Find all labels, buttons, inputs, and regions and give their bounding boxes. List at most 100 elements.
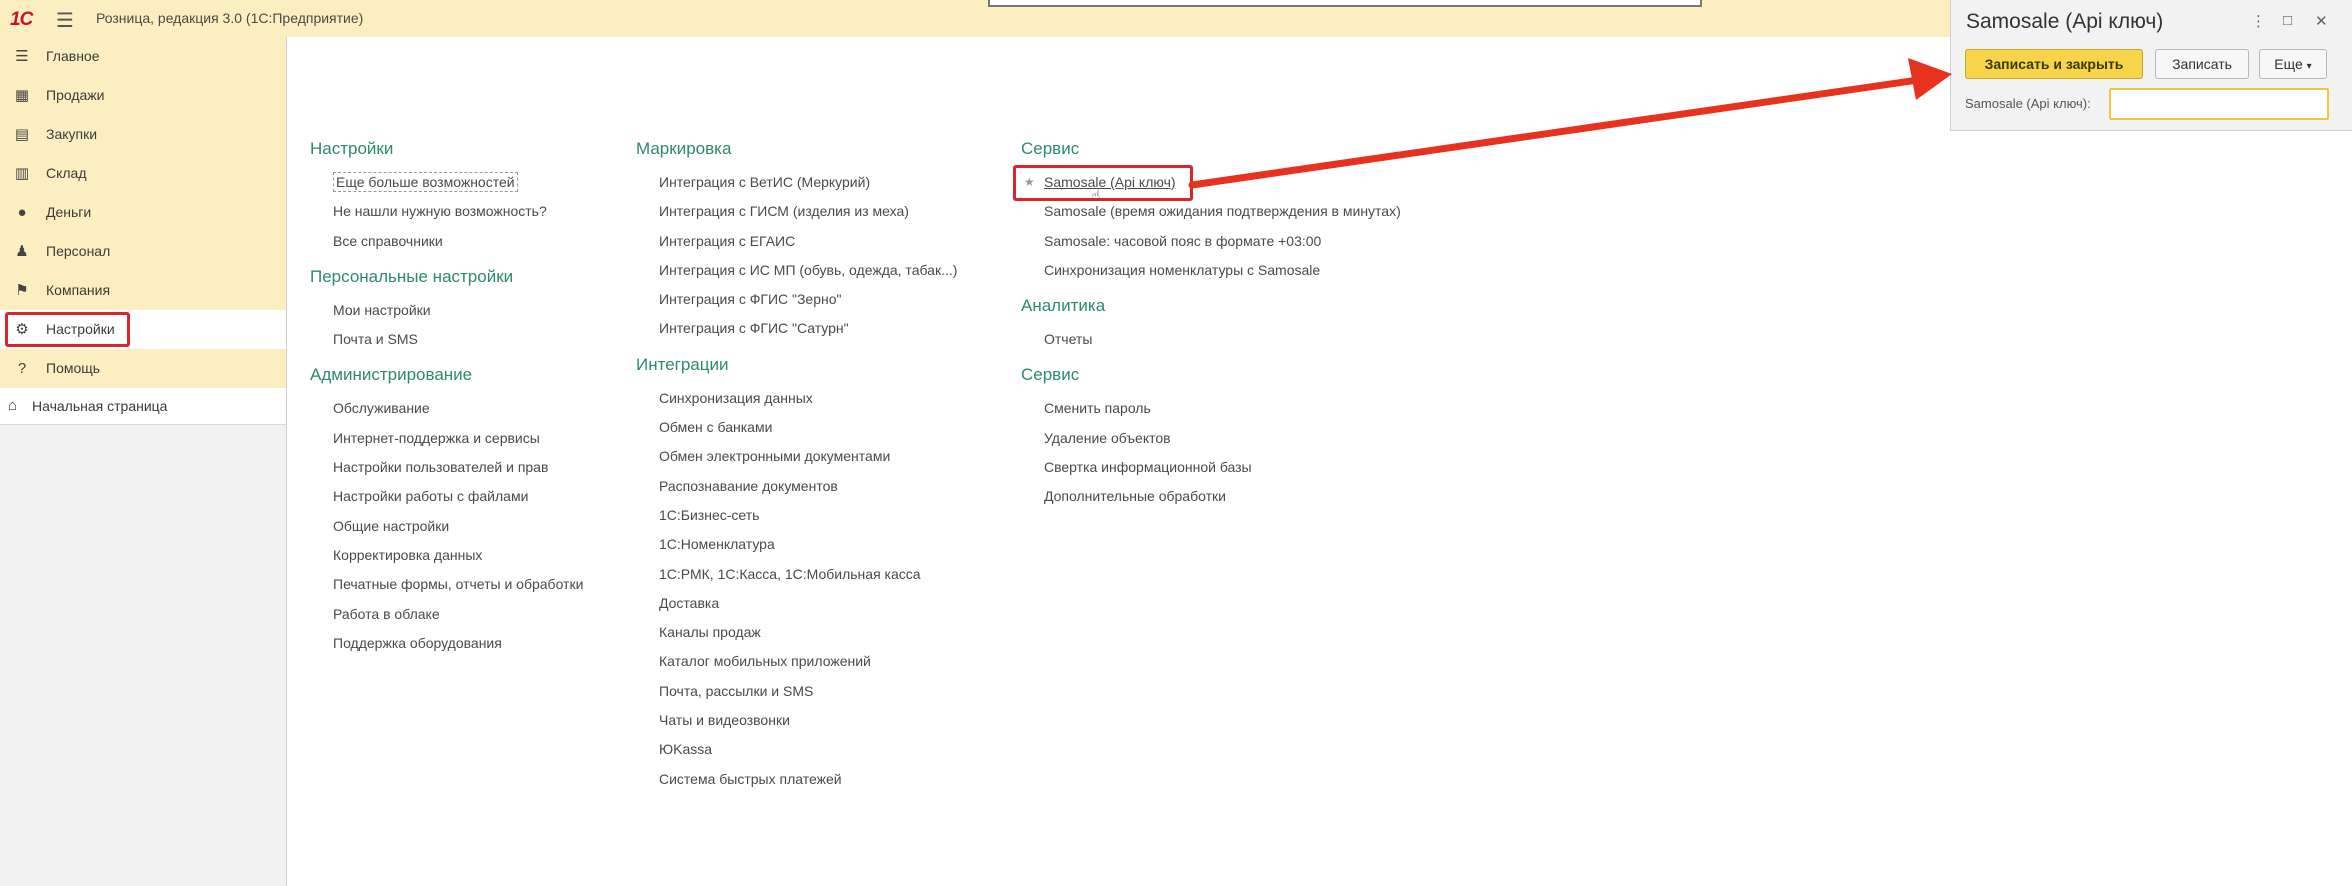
- link-mobile-apps[interactable]: Каталог мобильных приложений: [636, 647, 957, 676]
- dialog-title: Samosale (Api ключ): [1966, 10, 2164, 33]
- link-is-mp[interactable]: Интеграция с ИС МП (обувь, одежда, табак…: [636, 256, 957, 285]
- api-key-input[interactable]: [2109, 88, 2329, 120]
- link-cloud-work[interactable]: Работа в облаке: [310, 600, 583, 629]
- more-options-icon[interactable]: ⋮: [2251, 12, 2266, 30]
- group-title: Персональные настройки: [310, 266, 514, 286]
- link-doc-recognition[interactable]: Распознавание документов: [636, 472, 957, 501]
- link-mail-mailings[interactable]: Почта, рассылки и SMS: [636, 677, 957, 706]
- link-fgis-zerno[interactable]: Интеграция с ФГИС "Зерно": [636, 285, 957, 314]
- sidebar-item-sales[interactable]: ▦ Продажи: [0, 76, 286, 115]
- save-button[interactable]: Записать: [2155, 49, 2249, 79]
- link-not-found-feature[interactable]: Не нашли нужную возможность?: [310, 197, 583, 226]
- link-print-forms[interactable]: Печатные формы, отчеты и обработки: [310, 570, 583, 599]
- group-title: Сервис: [1021, 139, 1080, 158]
- link-nomenclature[interactable]: 1С:Номенклатура: [636, 530, 957, 559]
- link-internet-support[interactable]: Интернет-поддержка и сервисы: [310, 424, 583, 453]
- group-integrations: Интеграции Синхронизация данных Обмен с …: [636, 354, 957, 794]
- search-field[interactable]: [988, 0, 1702, 7]
- link-egais[interactable]: Интеграция с ЕГАИС: [636, 227, 957, 256]
- close-icon[interactable]: ✕: [2315, 12, 2328, 30]
- warehouse-icon: ▥: [14, 165, 30, 182]
- sidebar-item-help[interactable]: ? Помощь: [0, 349, 286, 388]
- link-extra-processing[interactable]: Дополнительные обработки: [1021, 482, 1401, 511]
- group-title: Аналитика: [1021, 296, 1106, 316]
- link-sales-channels[interactable]: Каналы продаж: [636, 618, 957, 647]
- link-delete-objects[interactable]: Удаление объектов: [1021, 424, 1401, 453]
- hamburger-icon[interactable]: ☰: [56, 8, 74, 33]
- link-samosale-timeout[interactable]: Samosale (время ожидания подтверждения в…: [1021, 197, 1401, 226]
- sidebar-item-purchases[interactable]: ▤ Закупки: [0, 115, 286, 154]
- coin-icon: ●: [17, 204, 27, 221]
- app-logo: 1С: [10, 9, 33, 30]
- link-more-features[interactable]: Еще больше возможностей: [310, 168, 583, 197]
- sidebar-item-personnel[interactable]: ♟ Персонал: [0, 232, 286, 271]
- cart-icon: ▤: [14, 126, 30, 143]
- maximize-icon[interactable]: □: [2283, 12, 2292, 29]
- link-sbp[interactable]: Система быстрых платежей: [636, 765, 957, 794]
- hand-cursor-icon: ☝: [1091, 188, 1101, 205]
- more-label: Еще: [2274, 56, 2303, 72]
- home-page-tab[interactable]: ⌂ Начальная страница: [0, 388, 286, 425]
- link-samosale-sync[interactable]: Синхронизация номенклатуры с Samosale: [1021, 256, 1401, 285]
- link-rmk-kassa[interactable]: 1С:РМК, 1С:Касса, 1С:Мобильная касса: [636, 560, 957, 589]
- link-data-correction[interactable]: Корректировка данных: [310, 541, 583, 570]
- link-chats-calls[interactable]: Чаты и видеозвонки: [636, 706, 957, 735]
- sidebar-item-label: Склад: [46, 165, 87, 181]
- link-user-rights[interactable]: Настройки пользователей и прав: [310, 453, 583, 482]
- section-panel: Настройки Еще больше возможностей Не наш…: [287, 37, 1950, 886]
- window-title: Розница, редакция 3.0 (1С:Предприятие): [96, 10, 364, 26]
- column-marking: Маркировка Интеграция с ВетИС (Меркурий)…: [636, 138, 957, 804]
- link-business-network[interactable]: 1С:Бизнес-сеть: [636, 501, 957, 530]
- link-maintenance[interactable]: Обслуживание: [310, 394, 583, 423]
- link-mail-sms[interactable]: Почта и SMS: [310, 325, 583, 354]
- link-reports[interactable]: Отчеты: [1021, 325, 1401, 354]
- sidebar-item-money[interactable]: ● Деньги: [0, 193, 286, 232]
- sidebar-item-label: Главное: [46, 48, 100, 64]
- more-menu-button[interactable]: Еще ▾: [2259, 49, 2327, 79]
- link-yukassa[interactable]: ЮKassa: [636, 735, 957, 764]
- link-db-collapse[interactable]: Свертка информационной базы: [1021, 453, 1401, 482]
- sidebar-item-label: Закупки: [46, 126, 98, 142]
- link-data-sync[interactable]: Синхронизация данных: [636, 384, 957, 413]
- link-general-settings[interactable]: Общие настройки: [310, 512, 583, 541]
- link-file-settings[interactable]: Настройки работы с файлами: [310, 482, 583, 511]
- sidebar-item-main[interactable]: ☰ Главное: [0, 37, 286, 76]
- sidebar-item-label: Компания: [46, 282, 111, 298]
- link-fgis-saturn[interactable]: Интеграция с ФГИС "Сатурн": [636, 314, 957, 343]
- gear-icon: ⚙: [15, 321, 29, 338]
- link-equipment-support[interactable]: Поддержка оборудования: [310, 629, 583, 658]
- link-gism[interactable]: Интеграция с ГИСМ (изделия из меха): [636, 197, 957, 226]
- group-analytics: Аналитика Отчеты: [1021, 295, 1401, 354]
- column-service: Сервис ★ Samosale (Api ключ) ☝ Samosale …: [1013, 138, 1401, 522]
- link-label: Еще больше возможностей: [333, 172, 518, 192]
- group-marking: Маркировка Интеграция с ВетИС (Меркурий)…: [636, 138, 957, 344]
- people-icon: ♟: [15, 243, 29, 260]
- column-settings: Настройки Еще больше возможностей Не наш…: [310, 138, 583, 668]
- group-settings: Настройки Еще больше возможностей Не наш…: [310, 138, 583, 256]
- link-delivery[interactable]: Доставка: [636, 589, 957, 618]
- sections-sidebar: ☰ Главное ▦ Продажи ▤ Закупки ▥ Склад ● …: [0, 37, 287, 886]
- link-samosale-timezone[interactable]: Samosale: часовой пояс в формате +03:00: [1021, 227, 1401, 256]
- chevron-down-icon: ▾: [2306, 61, 2312, 72]
- sidebar-item-company[interactable]: ⚑ Компания: [0, 271, 286, 310]
- sidebar-item-label: Персонал: [46, 243, 111, 259]
- link-change-password[interactable]: Сменить пароль: [1021, 394, 1401, 423]
- sidebar-item-label: Продажи: [46, 87, 105, 103]
- link-edo[interactable]: Обмен электронными документами: [636, 442, 957, 471]
- group-service-2: Сервис Сменить пароль Удаление объектов …: [1021, 364, 1401, 511]
- sidebar-item-settings[interactable]: ⚙ Настройки: [0, 310, 286, 349]
- link-bank-exchange[interactable]: Обмен с банками: [636, 413, 957, 442]
- group-title: Интеграции: [636, 354, 729, 374]
- link-samosale-api-key[interactable]: ★ Samosale (Api ключ) ☝: [1013, 165, 1401, 205]
- link-my-settings[interactable]: Мои настройки: [310, 296, 583, 325]
- link-vetis[interactable]: Интеграция с ВетИС (Меркурий): [636, 168, 957, 197]
- sidebar-item-label: Настройки: [46, 321, 115, 337]
- group-administration: Администрирование Обслуживание Интернет-…: [310, 364, 583, 658]
- home-icon: ⌂: [8, 397, 18, 414]
- save-and-close-button[interactable]: Записать и закрыть: [1965, 49, 2143, 79]
- group-personal-settings: Персональные настройки Мои настройки Поч…: [310, 266, 583, 355]
- sidebar-item-warehouse[interactable]: ▥ Склад: [0, 154, 286, 193]
- group-title: Сервис: [1021, 365, 1080, 385]
- cash-register-icon: ▦: [14, 87, 30, 104]
- link-all-catalogs[interactable]: Все справочники: [310, 227, 583, 256]
